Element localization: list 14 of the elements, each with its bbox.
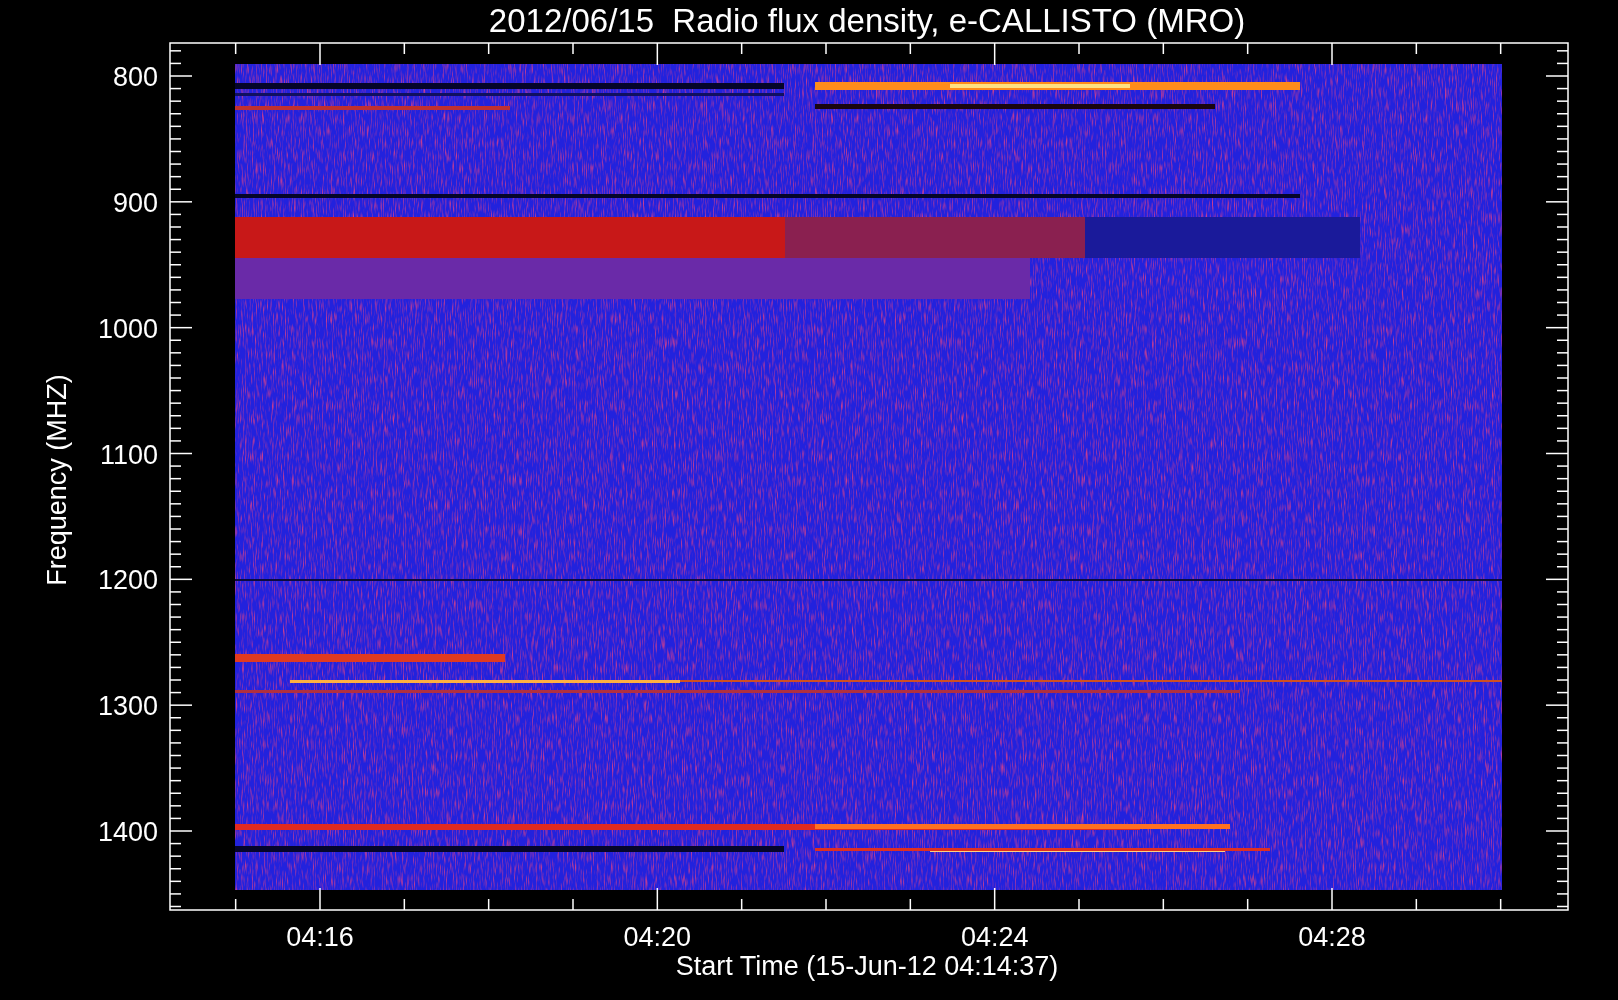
tick-label: 1100 bbox=[99, 439, 158, 470]
tick-label: 1200 bbox=[97, 565, 158, 596]
tick-label: 04:28 bbox=[1298, 922, 1366, 952]
tick-label: 04:20 bbox=[623, 922, 692, 952]
axis-label: Start Time (15-Jun-12 04:14:37) bbox=[675, 951, 1059, 981]
tick-label: 800 bbox=[112, 62, 158, 92]
tick-label: 04:24 bbox=[960, 922, 1029, 952]
tick-label: 1300 bbox=[97, 691, 158, 722]
axis-label: Frequency (MHZ) bbox=[42, 374, 72, 586]
tick-label: 04:16 bbox=[286, 922, 354, 952]
tick-label: 1400 bbox=[97, 817, 158, 847]
tick-label: 1000 bbox=[97, 313, 158, 344]
plot-title: 2012/06/15 Radio flux density, e-CALLISTO (MRO) bbox=[488, 2, 1246, 39]
tick-label: 900 bbox=[112, 187, 158, 218]
